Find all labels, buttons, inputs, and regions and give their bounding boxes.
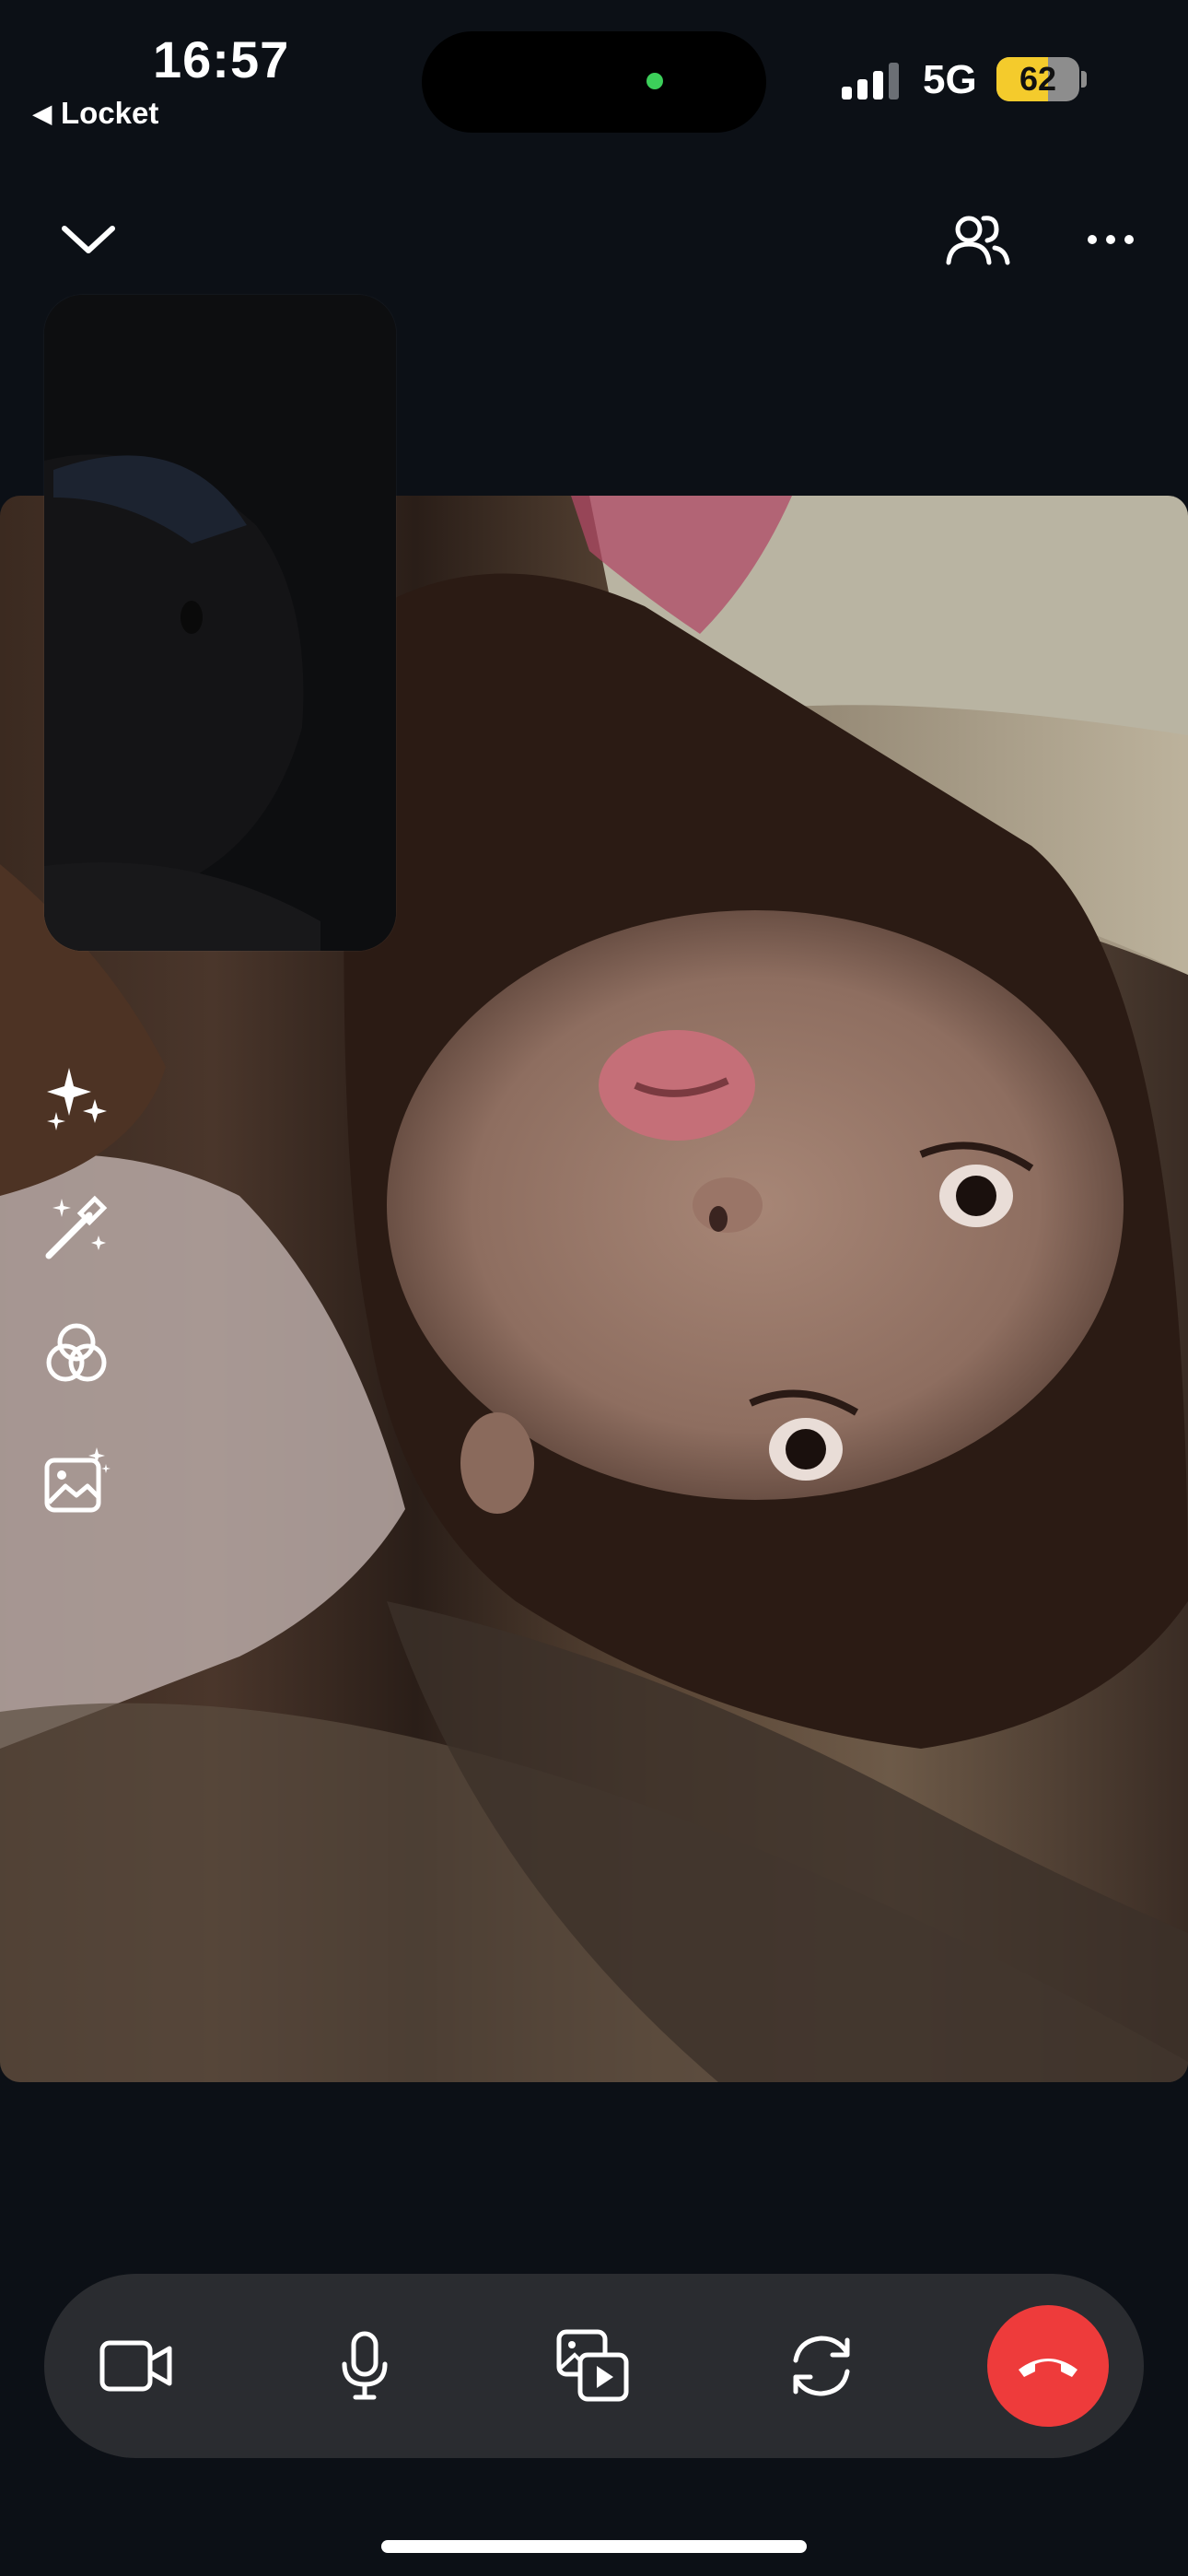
end-call-icon: [1019, 2359, 1077, 2377]
network-type: 5G: [923, 57, 977, 102]
flip-camera-button[interactable]: [766, 2274, 877, 2458]
background-button[interactable]: [37, 1441, 116, 1520]
touch-up-button[interactable]: [37, 1187, 116, 1266]
video-camera-icon: [99, 2340, 172, 2392]
home-indicator[interactable]: [381, 2540, 807, 2553]
self-video-preview[interactable]: [44, 295, 396, 951]
chevron-down-icon: [62, 226, 115, 253]
ellipsis-icon: [1088, 235, 1134, 244]
share-media-button[interactable]: [538, 2274, 648, 2458]
back-triangle-icon: ◀: [33, 99, 52, 127]
minimize-call-button[interactable]: [50, 205, 127, 275]
back-app-label: Locket: [61, 96, 159, 130]
flip-camera-icon: [793, 2336, 850, 2396]
toggle-video-button[interactable]: [81, 2274, 192, 2458]
effects-button[interactable]: [37, 1060, 116, 1139]
dynamic-island: [422, 31, 766, 133]
background-image-icon: [44, 1447, 111, 1513]
end-call-button[interactable]: [987, 2305, 1109, 2427]
sparkles-icon: [47, 1068, 107, 1130]
self-preview-image: [44, 295, 396, 951]
toggle-microphone-button[interactable]: [309, 2274, 420, 2458]
screen-share-icon: [556, 2329, 629, 2402]
video-call-screen: 16:57 ◀ Locket 5G 62: [0, 0, 1188, 2576]
battery-level: 62: [1019, 60, 1057, 98]
more-options-button[interactable]: [1074, 205, 1147, 275]
camera-in-use-indicator: [646, 73, 663, 89]
participants-button[interactable]: [938, 203, 1019, 276]
filters-button[interactable]: [37, 1314, 116, 1393]
battery-tip: [1081, 71, 1087, 88]
status-time: 16:57: [153, 30, 290, 88]
back-to-app-link[interactable]: ◀ Locket: [33, 96, 158, 131]
color-filters-icon: [46, 1323, 107, 1382]
microphone-icon: [342, 2331, 388, 2400]
magic-wand-icon: [45, 1195, 108, 1259]
battery-icon: 62: [996, 57, 1079, 101]
cellular-signal-icon: [842, 61, 899, 100]
call-controls-bar: [44, 2274, 1144, 2458]
people-icon: [946, 216, 1010, 265]
